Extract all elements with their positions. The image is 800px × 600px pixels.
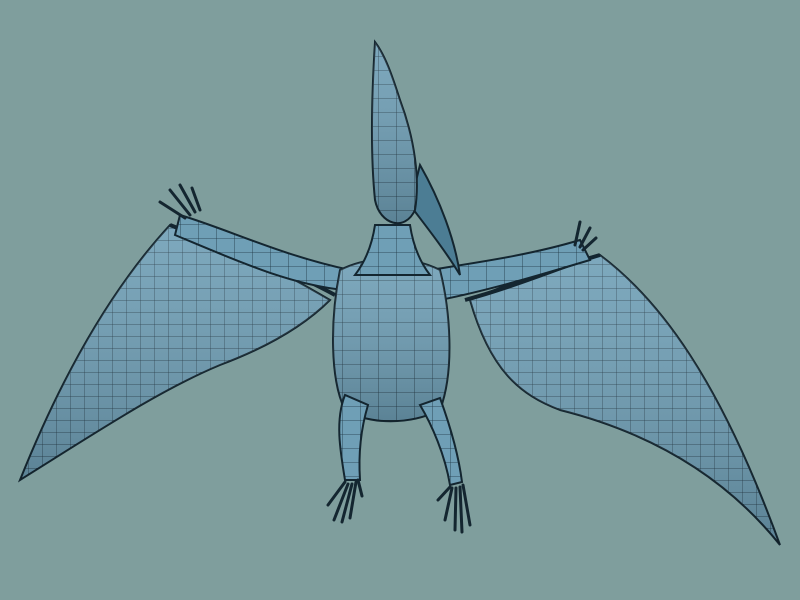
head-beak bbox=[370, 39, 418, 225]
left-leg bbox=[338, 393, 370, 481]
right-foot bbox=[436, 483, 472, 534]
pteranodon-model bbox=[17, 39, 781, 546]
right-wing bbox=[464, 253, 781, 546]
left-foot bbox=[326, 478, 364, 524]
3d-viewport bbox=[0, 0, 800, 600]
right-leg bbox=[418, 396, 464, 487]
left-hand-claws bbox=[158, 183, 202, 220]
neck bbox=[352, 224, 433, 276]
